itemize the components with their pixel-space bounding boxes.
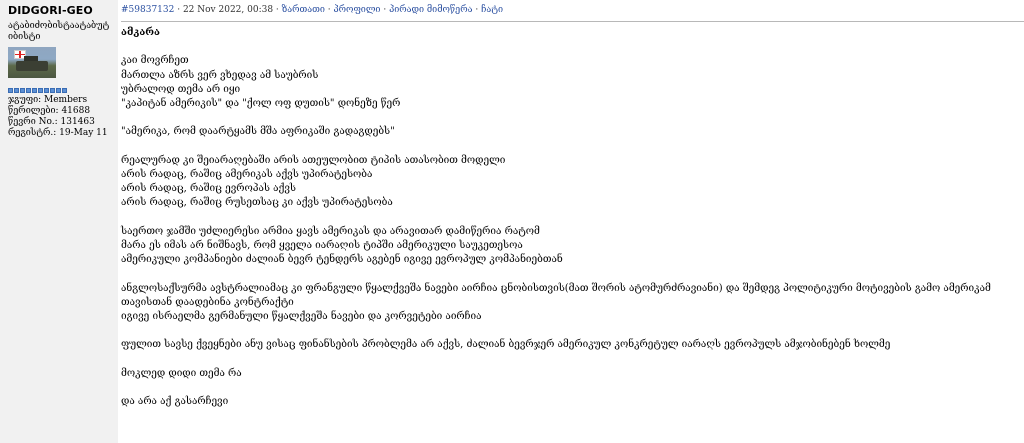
post-line: არის რადაც, რაშიც რუსეთსაც კი აქვს უპირა… <box>121 197 393 209</box>
username-link[interactable]: DIDGORI-GEO <box>8 4 118 17</box>
post-date: · 22 Nov 2022, 00:38 · <box>174 5 282 15</box>
rank-pip-icon <box>20 88 25 93</box>
user-posts: წერილები: 41688 <box>8 106 91 116</box>
rank-pip-icon <box>8 88 13 93</box>
post-line: ფულით სავსე ქვეყნები ანუ ვისაც ფინანსები… <box>121 339 891 351</box>
user-sidebar: DIDGORI-GEO ატაბიძობისტაატაბუტიბისტი ჯგუ… <box>0 0 118 443</box>
rank-pip-icon <box>50 88 55 93</box>
post-content: #59837132 · 22 Nov 2022, 00:38 · ზართათი… <box>118 0 1024 443</box>
post-line: და არა აქ გასარჩევი <box>121 396 229 408</box>
separator: · <box>380 5 390 15</box>
rank-pip-icon <box>26 88 31 93</box>
post-line: ანგლოსაქსურმა ავსტრალიამაც კი ფრანგული წ… <box>121 282 991 308</box>
post-header: #59837132 · 22 Nov 2022, 00:38 · ზართათი… <box>121 4 1024 22</box>
avatar[interactable] <box>8 47 56 78</box>
post-line: რეალურად კი შეიარაღებაში არის ათეულობით … <box>121 154 506 166</box>
user-title: ატაბიძობისტაატაბუტიბისტი <box>8 21 110 42</box>
post-title: ამკარა <box>121 27 160 38</box>
post-line: არის რადაც, რაშიც ამერიკას აქვს უპირატეს… <box>121 168 373 180</box>
rank-pip-icon <box>14 88 19 93</box>
user-registered: რეგისტრ.: 19-May 11 <box>8 128 108 138</box>
post-line: არის რადაც, რაშიც ევროპას აქვს <box>121 183 297 195</box>
action-link-0[interactable]: ზართათი <box>282 5 325 15</box>
post-line: კაი მოვრჩეთ <box>121 55 189 67</box>
post-paragraphs: კაი მოვრჩეთ მართლა აზრს ვერ ვხედავ ამ საუ… <box>121 54 1021 409</box>
rank-pip-icon <box>44 88 49 93</box>
user-group: ჯგუფი: Members <box>8 95 88 105</box>
rank-pips <box>8 88 118 93</box>
separator: · <box>472 5 482 15</box>
post-line: მარა ეს იმას არ ნიშნავს, რომ ყველა იარაღ… <box>121 239 523 251</box>
action-link-pm[interactable]: პირადი მიმოწერა <box>389 5 472 15</box>
post-line: "ამერიკა, რომ დაარტყამს მშა აფრიკაში გად… <box>121 126 395 138</box>
post-body: ამკარა კაი მოვრჩეთ მართლა აზრს ვერ ვხედავ… <box>121 22 1021 409</box>
user-stats: ჯგუფი: Members წერილები: 41688 წევრი No.… <box>8 95 118 139</box>
rank-pip-icon <box>32 88 37 93</box>
post-line: საერთო ჯამში უძლიერესი არმია ყავს ამერიკ… <box>121 225 540 237</box>
action-link-profile[interactable]: პროფილი <box>333 5 380 15</box>
post-line: უბრალოდ თემა არ იყი <box>121 83 241 95</box>
forum-post: DIDGORI-GEO ატაბიძობისტაატაბუტიბისტი ჯგუ… <box>0 0 1024 443</box>
action-link-chat[interactable]: ჩატი <box>481 5 503 15</box>
post-line: "კაპიტან ამერიკის" და "ქოლ ოფ დუთის" დონ… <box>121 98 401 109</box>
tank-body-icon <box>16 61 48 71</box>
post-line: მოკლედ დიდი თემა რა <box>121 367 242 379</box>
post-line: იგივე ისრაელმა გერმანული წყალქვეშა ნავებ… <box>121 310 482 322</box>
rank-pip-icon <box>38 88 43 93</box>
post-id-link[interactable]: #59837132 <box>121 5 174 15</box>
rank-pip-icon <box>56 88 61 93</box>
post-line: ამერიკული კომპანიები ძალიან ბევრ ტენდერს… <box>121 254 563 266</box>
post-line: მართლა აზრს ვერ ვხედავ ამ საუბრის <box>121 69 319 81</box>
user-member-no: წევრი No.: 131463 <box>8 117 95 127</box>
rank-pip-icon <box>62 88 67 93</box>
